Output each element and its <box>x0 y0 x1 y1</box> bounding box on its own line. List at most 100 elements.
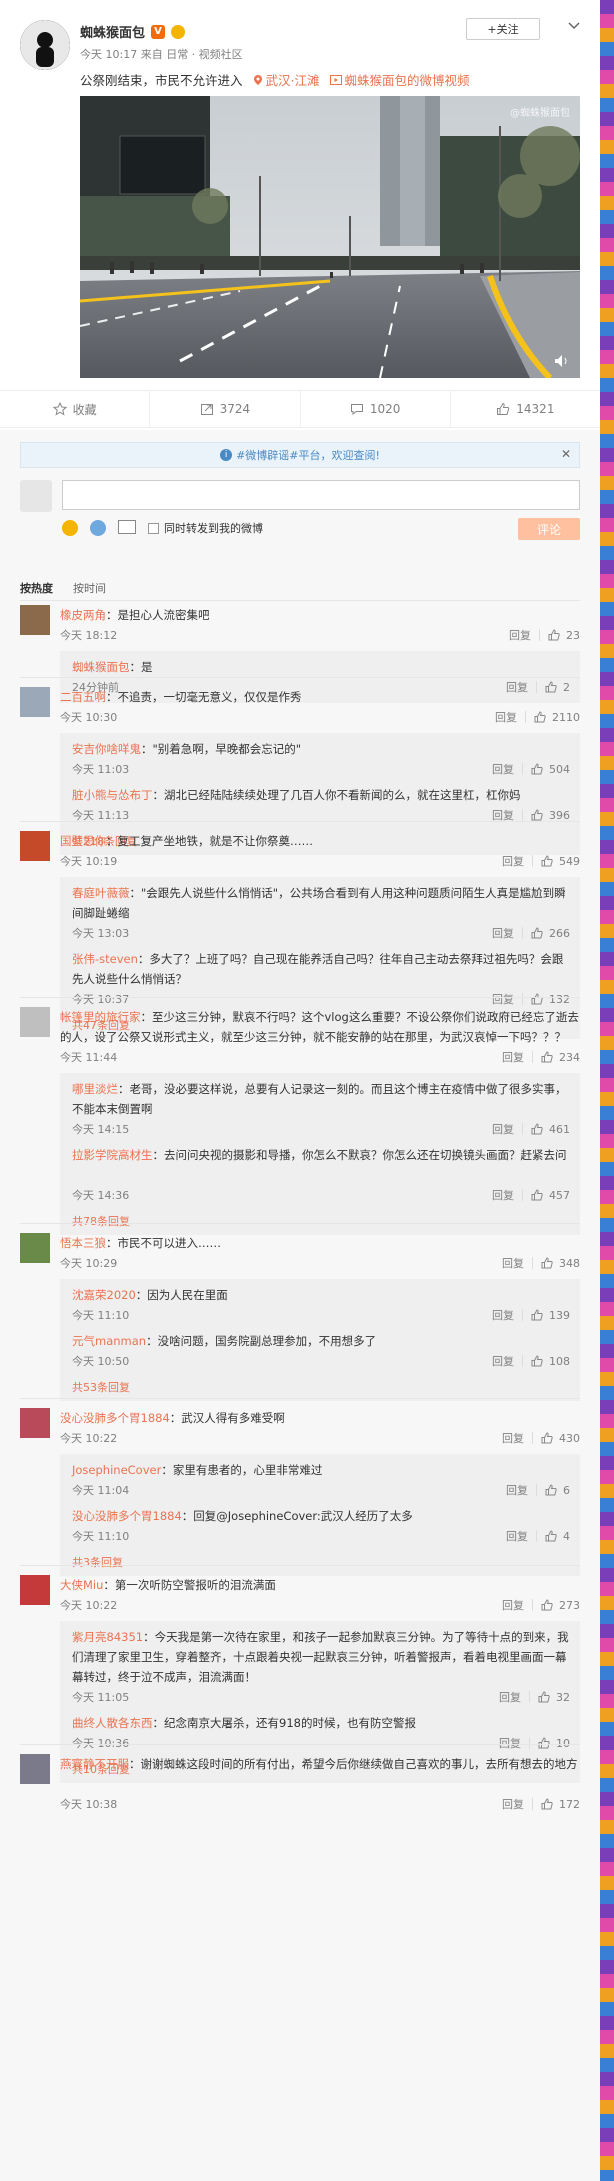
replier-name[interactable]: 拉影学院高材生 <box>72 1148 153 1162</box>
rumor-notice[interactable]: i #微博辟谣#平台，欢迎查阅! ✕ <box>20 442 580 468</box>
commenter-name[interactable]: 二百五啊 <box>60 690 106 704</box>
author-avatar[interactable] <box>20 20 70 70</box>
commenter-name[interactable]: 没心没肺多个胃1884 <box>60 1411 170 1425</box>
reply-button[interactable]: 回复 <box>492 761 514 777</box>
location-link[interactable]: 武汉·江滩 <box>253 70 320 89</box>
commenter-name[interactable]: 国壁思你 <box>60 834 106 848</box>
reply-button[interactable]: 回复 <box>502 1430 524 1446</box>
commenter-name[interactable]: 橡皮两角 <box>60 608 106 622</box>
reply-button[interactable]: 回复 <box>492 1187 514 1203</box>
reply-like-button[interactable]: 461 <box>531 1123 570 1136</box>
comment-meta-row: 今天 10:38 回复 172 <box>60 1794 580 1814</box>
reply-body: ：湖北已经陆陆续续处理了几百人你不看新闻的么，就在这里杠，杠你妈 <box>152 788 521 802</box>
like-button[interactable]: 14321 <box>451 391 600 427</box>
reply-like-button[interactable]: 139 <box>531 1309 570 1322</box>
reply-button[interactable]: 回复 <box>492 1121 514 1137</box>
commenter-avatar[interactable] <box>20 1575 50 1605</box>
comment-like-button[interactable]: 430 <box>541 1432 580 1445</box>
reply-button[interactable]: 回复 <box>499 1735 521 1751</box>
comment-like-button[interactable]: 2110 <box>534 711 580 724</box>
reply-button[interactable]: 回复 <box>502 1049 524 1065</box>
reply-like-button[interactable]: 10 <box>538 1737 570 1750</box>
post-comment-button[interactable]: 评论 <box>518 518 580 540</box>
reply-like-button[interactable]: 457 <box>531 1189 570 1202</box>
more-replies-link[interactable]: 共78条回复 <box>72 1213 130 1229</box>
comment-like-button[interactable]: 273 <box>541 1599 580 1612</box>
video-link[interactable]: 蜘蛛猴面包的微博视频 <box>329 70 470 89</box>
author-name[interactable]: 蜘蛛猴面包 <box>80 22 145 41</box>
replier-name[interactable]: 蜘蛛猴面包 <box>72 660 130 674</box>
replier-name[interactable]: 脏小熊与怂布丁 <box>72 788 153 802</box>
favorite-button[interactable]: 收藏 <box>0 391 151 427</box>
thumbs-up-icon <box>531 1309 543 1321</box>
commenter-avatar[interactable] <box>20 831 50 861</box>
reply-like-button[interactable]: 504 <box>531 763 570 776</box>
commenter-avatar[interactable] <box>20 1754 50 1784</box>
more-replies-link[interactable]: 共3条回复 <box>72 1554 123 1570</box>
comment-like-button[interactable]: 234 <box>541 1051 580 1064</box>
reply-button[interactable]: 回复 <box>492 925 514 941</box>
commenter-avatar[interactable] <box>20 1408 50 1438</box>
comment-like-button[interactable]: 172 <box>541 1798 580 1811</box>
reply-button[interactable]: 回复 <box>502 1796 524 1812</box>
replier-name[interactable]: JosephineCover <box>72 1463 161 1477</box>
commenter-name[interactable]: 帐篷里的旅行家 <box>60 1010 141 1024</box>
comment-input[interactable] <box>62 480 580 510</box>
reply-like-button[interactable]: 266 <box>531 927 570 940</box>
commenter-avatar[interactable] <box>20 605 50 635</box>
comment-like-button[interactable]: 549 <box>541 855 580 868</box>
reply-button[interactable]: 回复 <box>506 1482 528 1498</box>
reply-button[interactable]: 回复 <box>509 627 531 643</box>
commenter-avatar[interactable] <box>20 1007 50 1037</box>
commenter-avatar[interactable] <box>20 687 50 717</box>
comment-like-button[interactable]: 348 <box>541 1257 580 1270</box>
video-player[interactable]: @蜘蛛猴面包 <box>80 96 580 378</box>
replier-name[interactable]: 哪里淡烂 <box>72 1082 118 1096</box>
comment-button[interactable]: 1020 <box>301 391 451 427</box>
reply-body: ：回复@JosephineCover:武汉人经历了太多 <box>181 1509 413 1523</box>
at-icon[interactable] <box>90 520 106 536</box>
reply-button[interactable]: 回复 <box>502 853 524 869</box>
reply-button[interactable]: 回复 <box>492 991 514 1007</box>
commenter-name[interactable]: 悟本三狼 <box>60 1236 106 1250</box>
reply-like-button[interactable]: 4 <box>545 1530 570 1543</box>
tab-sort-hot[interactable]: 按热度 <box>20 580 53 596</box>
more-replies-link[interactable]: 共53条回复 <box>72 1379 130 1395</box>
reply-like-button[interactable]: 108 <box>531 1355 570 1368</box>
forward-button[interactable]: 3724 <box>150 391 301 427</box>
reply-like-button[interactable]: 6 <box>545 1484 570 1497</box>
chevron-down-icon[interactable] <box>566 18 582 34</box>
reply-button[interactable]: 回复 <box>492 1307 514 1323</box>
forward-checkbox[interactable]: 同时转发到我的微博 <box>148 520 263 536</box>
follow-button[interactable]: +关注 <box>466 18 540 40</box>
replier-name[interactable]: 紫月亮84351 <box>72 1630 143 1644</box>
replier-name[interactable]: 安吉你啥咩鬼 <box>72 742 141 756</box>
thumbs-up-icon <box>545 1484 557 1496</box>
image-icon[interactable] <box>118 520 136 534</box>
reply-button[interactable]: 回复 <box>495 709 517 725</box>
replier-name[interactable]: 曲终人散各东西 <box>72 1716 153 1730</box>
reply-like-button[interactable]: 396 <box>531 809 570 822</box>
commenter-name[interactable]: 燕寰静不开服 <box>60 1757 129 1771</box>
reply-meta-row: 今天 11:04 回复 6 <box>72 1480 570 1500</box>
emoji-icon[interactable] <box>62 520 78 536</box>
reply-like-button[interactable]: 132 <box>531 993 570 1006</box>
reply-button[interactable]: 回复 <box>502 1255 524 1271</box>
reply-button[interactable]: 回复 <box>502 1597 524 1613</box>
replier-name[interactable]: 元气manman <box>72 1334 146 1348</box>
close-icon[interactable]: ✕ <box>561 447 571 461</box>
reply-like-button[interactable]: 32 <box>538 1691 570 1704</box>
commenter-name[interactable]: 大侠Miu <box>60 1578 103 1592</box>
replier-name[interactable]: 张伟-steven <box>72 952 138 966</box>
comment-like-button[interactable]: 23 <box>548 629 580 642</box>
replier-name[interactable]: 春庭叶薇薇 <box>72 886 130 900</box>
tab-sort-time[interactable]: 按时间 <box>73 580 106 596</box>
reply-button[interactable]: 回复 <box>492 1353 514 1369</box>
reply-button[interactable]: 回复 <box>506 1528 528 1544</box>
replier-name[interactable]: 没心没肺多个胃1884 <box>72 1509 182 1523</box>
commenter-avatar[interactable] <box>20 1233 50 1263</box>
sound-icon[interactable] <box>554 354 570 368</box>
replier-name[interactable]: 沈嘉荣2020 <box>72 1288 136 1302</box>
video-watermark: @蜘蛛猴面包 <box>510 108 570 119</box>
reply-button[interactable]: 回复 <box>499 1689 521 1705</box>
